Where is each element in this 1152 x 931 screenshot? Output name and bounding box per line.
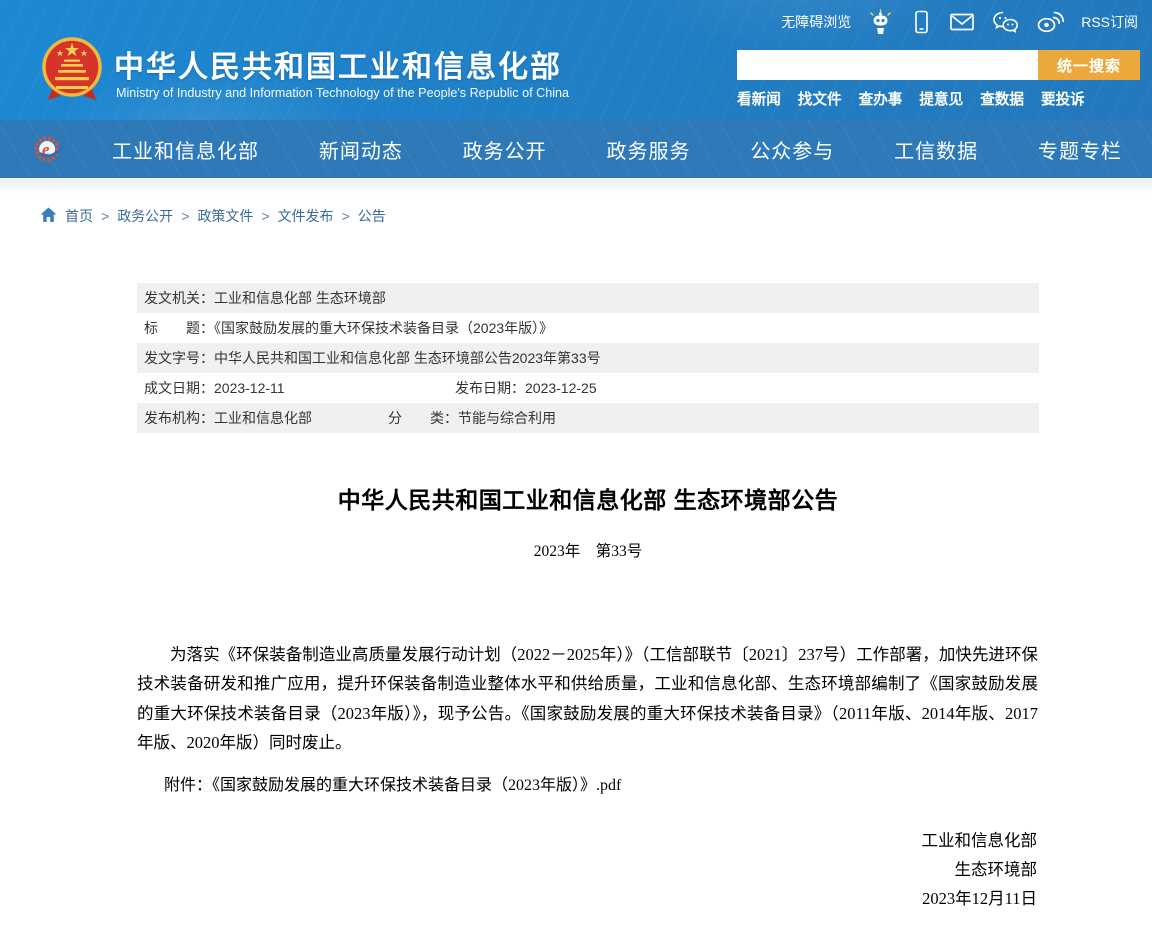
meta-cell-publish-date: 发布日期：2023-12-25: [455, 373, 597, 403]
signature-agency-mee: 生态环境部: [922, 855, 1038, 884]
announcement-title: 中华人民共和国工业和信息化部 生态环境部公告: [137, 481, 1039, 515]
robot-assistant-icon[interactable]: [868, 9, 893, 35]
meta-label: 分 类：: [388, 410, 458, 426]
rss-link[interactable]: RSS订阅: [1081, 12, 1138, 32]
site-title: 中华人民共和国工业和信息化部: [114, 42, 562, 86]
weibo-icon[interactable]: [1036, 10, 1064, 34]
attachment-pdf-link[interactable]: 附件：《国家鼓励发展的重大环保技术装备目录（2023年版）》.pdf: [137, 771, 621, 795]
accessibility-link[interactable]: 无障碍浏览: [781, 12, 851, 32]
nav-items: 工业和信息化部 新闻动态 政务公开 政务服务 公众参与 工信数据 专题专栏: [112, 120, 1122, 178]
nav-item-gov-disclosure[interactable]: 政务公开: [463, 135, 547, 164]
meta-value: 节能与综合利用: [458, 410, 556, 426]
nav-item-special-topics[interactable]: 专题专栏: [1038, 135, 1122, 164]
quick-link-feedback[interactable]: 提意见: [919, 88, 963, 109]
miit-e-logo-icon: e: [34, 134, 64, 169]
meta-row-issuing-agency: 发文机关：工业和信息化部 生态环境部: [137, 283, 1039, 313]
meta-row-doc-number: 发文字号：中华人民共和国工业和信息化部 生态环境部公告2023年第33号: [137, 343, 1039, 373]
content-top-fade: [0, 179, 1152, 195]
breadcrumb-gov-disclosure[interactable]: 政务公开: [117, 206, 173, 226]
home-icon[interactable]: [40, 207, 57, 226]
quick-links: 看新闻 找文件 查办事 提意见 查数据 要投诉: [737, 88, 1085, 109]
page: 无障碍浏览: [0, 0, 1152, 931]
meta-value: 2023-12-11: [214, 380, 285, 396]
breadcrumb-home[interactable]: 首页: [65, 206, 93, 226]
breadcrumb-separator: >: [101, 208, 109, 224]
wechat-icon[interactable]: [992, 10, 1019, 34]
meta-label: 发布机构：: [144, 410, 214, 426]
utility-bar: 无障碍浏览: [781, 9, 1138, 35]
search-box: 统一搜索: [737, 50, 1140, 80]
main-nav: e 工业和信息化部 新闻动态 政务公开 政务服务 公众参与 工信数据 专题专栏: [0, 120, 1152, 178]
nav-item-industry-data[interactable]: 工信数据: [894, 135, 978, 164]
breadcrumb-separator: >: [181, 208, 189, 224]
meta-value: 中华人民共和国工业和信息化部 生态环境部公告2023年第33号: [214, 350, 601, 366]
quick-link-services[interactable]: 查办事: [859, 88, 903, 109]
meta-label: 发文机关：: [144, 290, 214, 306]
announcement-body: 为落实《环保装备制造业高质量发展行动计划（2022－2025年）》（工信部联节〔…: [137, 640, 1038, 758]
meta-row-dates: 成文日期：2023-12-11 发布日期：2023-12-25: [137, 373, 1039, 403]
quick-link-data[interactable]: 查数据: [980, 88, 1024, 109]
meta-label: 标 题：: [144, 320, 214, 336]
breadcrumb-policy-files[interactable]: 政策文件: [197, 206, 253, 226]
nav-item-miit[interactable]: 工业和信息化部: [112, 135, 259, 164]
document-meta-table: 发文机关：工业和信息化部 生态环境部 标 题：《国家鼓励发展的重大环保技术装备目…: [137, 283, 1039, 433]
breadcrumb: 首页 > 政务公开 > 政策文件 > 文件发布 > 公告: [40, 206, 386, 226]
site-header: 无障碍浏览: [0, 0, 1152, 120]
breadcrumb-separator: >: [261, 208, 269, 224]
nav-item-news[interactable]: 新闻动态: [319, 135, 403, 164]
breadcrumb-file-release[interactable]: 文件发布: [278, 206, 334, 226]
meta-label: 发文字号：: [144, 350, 214, 366]
meta-label: 发布日期：: [455, 380, 525, 396]
announcement-issue-number: 2023年 第33号: [137, 539, 1039, 561]
meta-row-title: 标 题：《国家鼓励发展的重大环保技术装备目录（2023年版）》: [137, 313, 1039, 343]
signature-date: 2023年12月11日: [922, 884, 1038, 913]
nav-item-public-participation[interactable]: 公众参与: [750, 135, 834, 164]
breadcrumb-separator: >: [342, 208, 350, 224]
meta-row-publisher: 发布机构：工业和信息化部 分 类：节能与综合利用: [137, 403, 1039, 433]
quick-link-files[interactable]: 找文件: [798, 88, 842, 109]
meta-value: 工业和信息化部: [214, 410, 312, 426]
quick-link-complaint[interactable]: 要投诉: [1041, 88, 1085, 109]
site-subtitle: Ministry of Industry and Information Tec…: [116, 86, 569, 100]
quick-link-news[interactable]: 看新闻: [737, 88, 781, 109]
meta-value: 2023-12-25: [525, 380, 597, 396]
breadcrumb-announcement[interactable]: 公告: [358, 206, 386, 226]
nav-item-gov-services[interactable]: 政务服务: [606, 135, 690, 164]
unified-search-button[interactable]: 统一搜索: [1038, 50, 1140, 80]
mail-icon[interactable]: [949, 11, 975, 33]
signature-agency-miit: 工业和信息化部: [922, 826, 1038, 855]
meta-label: 成文日期：: [144, 380, 214, 396]
signature-block: 工业和信息化部 生态环境部 2023年12月11日: [922, 826, 1038, 913]
meta-value: 工业和信息化部 生态环境部: [214, 290, 386, 306]
meta-cell-category: 分 类：节能与综合利用: [388, 403, 556, 433]
meta-value: 《国家鼓励发展的重大环保技术装备目录（2023年版）》: [214, 320, 553, 336]
national-emblem-logo: [42, 34, 102, 113]
mobile-icon[interactable]: [910, 10, 932, 34]
search-input[interactable]: [737, 50, 1038, 80]
